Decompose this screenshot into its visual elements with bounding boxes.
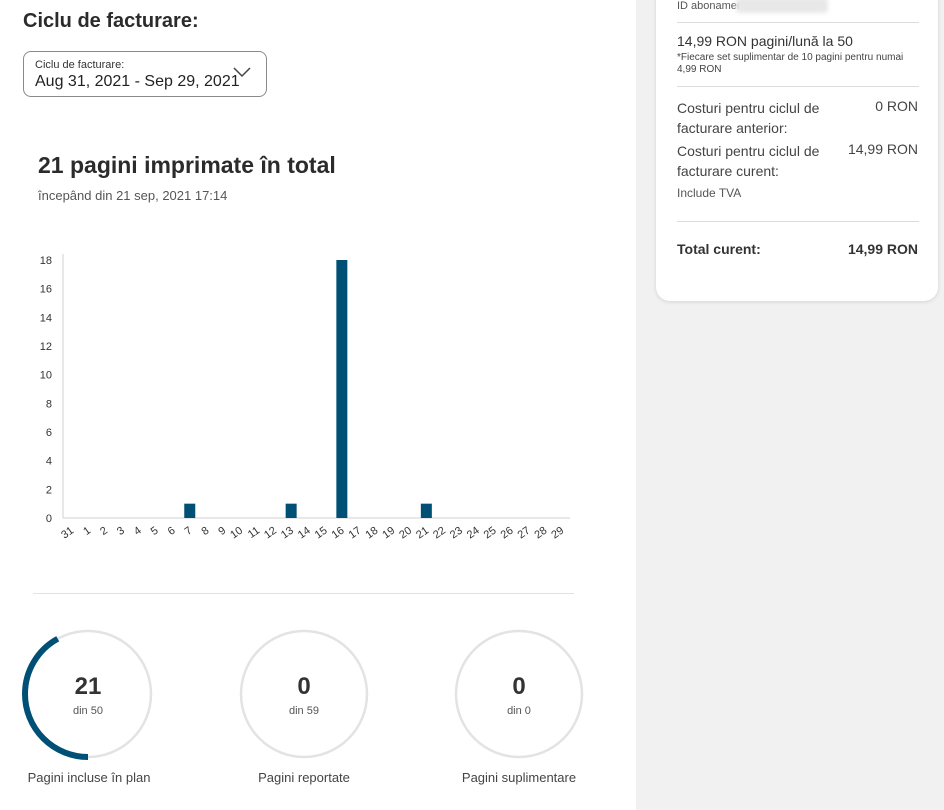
billing-cycle-dropdown-label: Ciclu de facturare:	[35, 59, 125, 71]
x-tick-label: 31	[59, 525, 76, 542]
x-tick-label: 6	[166, 525, 178, 538]
gauge-rollover-pages: 0 din 59	[238, 628, 370, 760]
gauge-included-pages: 21 din 50	[22, 628, 154, 760]
previous-cycle-cost-label: Costuri pentru ciclul de facturare anter…	[677, 100, 820, 136]
current-cycle-cost-label: Costuri pentru ciclul de facturare curen…	[677, 143, 820, 179]
chevron-down-icon	[233, 67, 251, 78]
current-cycle-cost-value: 14,99 RON	[847, 141, 918, 157]
x-tick-label: 23	[448, 525, 465, 542]
x-tick-label: 16	[330, 525, 347, 542]
y-tick-label: 0	[46, 513, 52, 525]
card-divider	[677, 221, 919, 222]
x-tick-label: 29	[549, 525, 566, 542]
billing-cycle-dropdown[interactable]: Ciclu de facturare: Aug 31, 2021 - Sep 2…	[23, 51, 267, 97]
bar[interactable]	[184, 503, 196, 518]
y-tick-label: 12	[40, 341, 52, 353]
gauge-included-pages-label: Pagini incluse în plan	[27, 770, 151, 785]
y-tick-label: 4	[46, 456, 52, 468]
x-tick-label: 19	[380, 525, 397, 542]
x-tick-label: 24	[465, 525, 482, 542]
x-tick-label: 27	[516, 525, 533, 542]
card-divider	[677, 86, 919, 87]
x-tick-label: 25	[482, 525, 499, 542]
x-tick-label: 22	[431, 525, 448, 542]
previous-cycle-cost-value: 0 RON	[875, 98, 918, 114]
pages-per-day-chart: 02468101214161831 1 2 3 4 5 6 7 8 9 10 11 12 13 14 15 16…	[40, 254, 570, 542]
gauge-value: 21	[74, 673, 102, 700]
subscription-id-redacted	[736, 0, 828, 13]
gauge-extra-pages-label: Pagini suplimentare	[461, 770, 577, 785]
gauge-total: din 50	[73, 705, 103, 717]
x-tick-label: 8	[199, 525, 211, 538]
x-tick-label: 7	[183, 525, 195, 538]
card-divider	[677, 22, 919, 23]
x-tick-label: 10	[228, 525, 245, 542]
x-tick-label: 28	[532, 525, 549, 542]
gauge-rollover-pages-label: Pagini reportate	[258, 770, 350, 785]
billing-cycle-title: Ciclu de facturare:	[23, 10, 199, 32]
current-total-label: Total curent:	[677, 241, 761, 257]
y-tick-label: 14	[40, 312, 52, 324]
gauge-total: din 0	[507, 705, 531, 717]
billing-cycle-dropdown-value: Aug 31, 2021 - Sep 29, 2021	[35, 73, 240, 90]
y-tick-label: 2	[46, 484, 52, 496]
x-tick-label: 13	[279, 525, 296, 542]
x-tick-label: 11	[246, 525, 262, 541]
subscription-id-label: ID abonamer	[677, 0, 741, 12]
gauge-value: 0	[297, 673, 311, 700]
x-tick-label: 18	[363, 525, 380, 542]
pages-printed-total: 21 pagini imprimate în total	[38, 152, 336, 178]
bar[interactable]	[420, 503, 432, 518]
pages-printed-since: începând din 21 sep, 2021 17:14	[38, 188, 228, 203]
y-tick-label: 6	[46, 427, 52, 439]
plan-note: *Fiecare set suplimentar de 10 pagini pe…	[677, 52, 904, 75]
x-tick-label: 4	[132, 525, 144, 538]
main-content: Ciclu de facturare: Ciclu de facturare: …	[0, 0, 636, 810]
x-tick-label: 5	[149, 525, 161, 538]
plan-description: 14,99 RON pagini/lună la 50	[677, 33, 853, 49]
y-tick-label: 8	[46, 398, 52, 410]
y-tick-label: 16	[40, 284, 52, 296]
x-tick-label: 17	[347, 525, 364, 542]
vat-note: Include TVA	[677, 186, 742, 200]
bar[interactable]	[336, 260, 348, 518]
x-tick-label: 26	[499, 525, 516, 542]
x-tick-label: 2	[98, 525, 110, 538]
x-tick-label: 14	[296, 525, 313, 542]
gauge-value: 0	[512, 673, 526, 700]
section-divider	[33, 593, 574, 594]
x-tick-label: 3	[115, 525, 127, 538]
bar[interactable]	[285, 503, 297, 518]
x-tick-label: 15	[313, 525, 330, 542]
x-tick-label: 12	[262, 525, 279, 542]
x-tick-label: 9	[216, 525, 228, 538]
x-tick-label: 1	[81, 525, 93, 538]
current-total-value: 14,99 RON	[847, 241, 918, 257]
y-tick-label: 18	[40, 255, 52, 267]
gauge-extra-pages: 0 din 0	[453, 628, 585, 760]
account-summary-card: ID abonamer 14,99 RON pagini/lună la 50 …	[656, 0, 938, 301]
gauge-total: din 59	[289, 705, 319, 717]
y-tick-label: 10	[40, 370, 52, 382]
x-tick-label: 21	[414, 525, 431, 542]
x-tick-label: 20	[397, 525, 414, 542]
